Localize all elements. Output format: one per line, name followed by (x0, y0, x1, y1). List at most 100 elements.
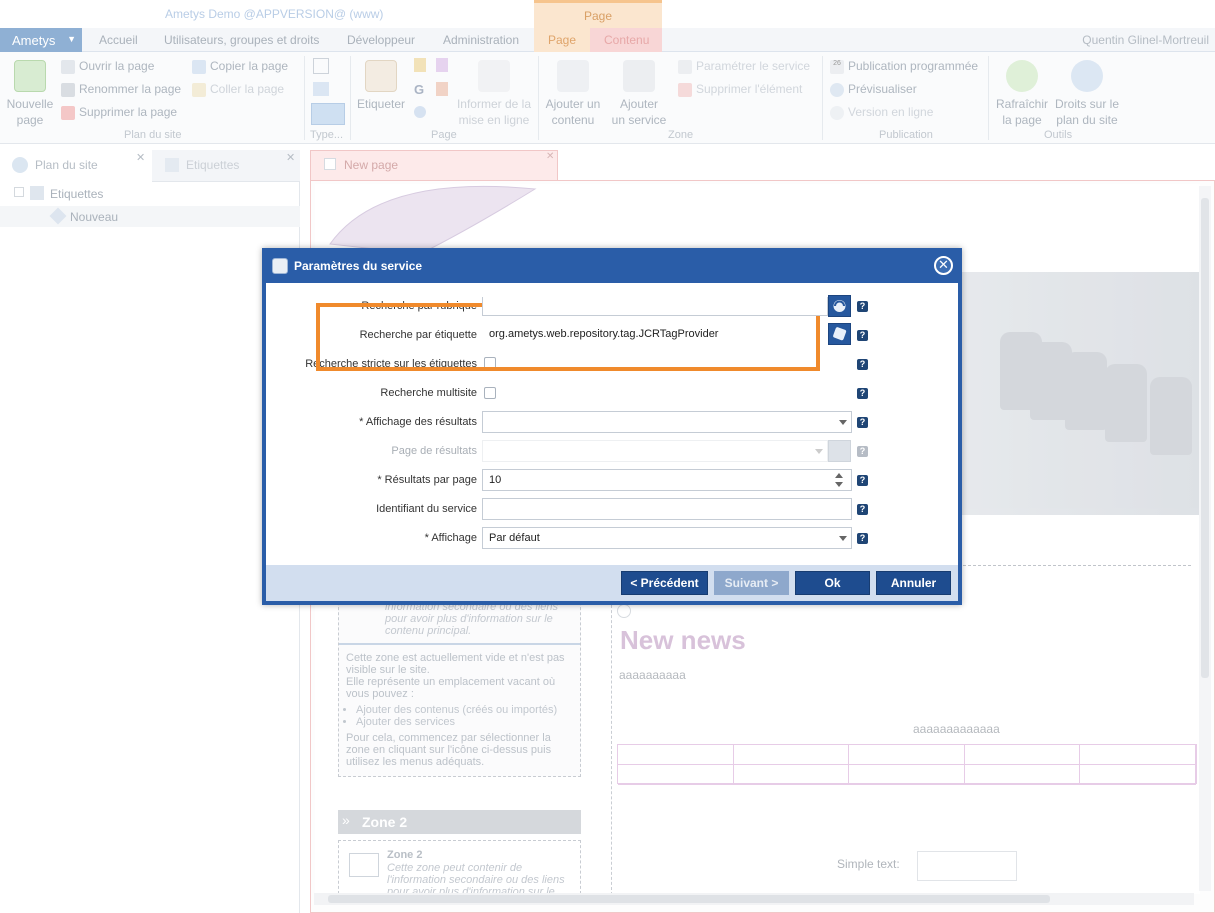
info-icon[interactable] (414, 106, 426, 118)
close-icon[interactable]: ✕ (934, 256, 953, 275)
rubrique-field[interactable] (482, 295, 828, 316)
lightbulb-icon[interactable] (414, 58, 426, 72)
select-rubrique-button[interactable] (828, 295, 851, 317)
ametys-label: Ametys (12, 33, 56, 48)
add-content-button[interactable]: Ajouter un contenu (542, 60, 604, 128)
group-zone: Zone (668, 129, 694, 141)
scheduled-publish-button[interactable]: 26 Publication programmée (830, 59, 978, 74)
spinner-down-icon[interactable] (835, 482, 843, 487)
open-page-button[interactable]: Ouvrir la page (61, 59, 154, 74)
help-icon[interactable]: ? (857, 417, 868, 428)
ok-button[interactable]: Ok (795, 571, 870, 595)
horizontal-scroll-thumb[interactable] (328, 895, 1050, 903)
page-type-icon[interactable] (313, 58, 329, 74)
refresh-page-button[interactable]: Rafraîchir la page (994, 60, 1050, 128)
rights-icon[interactable] (436, 58, 448, 72)
edit-icon[interactable] (617, 604, 631, 618)
affichage-select[interactable]: Par défaut (482, 527, 852, 549)
page-layout-icon[interactable] (313, 82, 329, 96)
delete-icon (678, 82, 692, 97)
copy-page-button[interactable]: Copier la page (192, 59, 288, 74)
affichage-value: Par défaut (489, 532, 540, 544)
help-icon[interactable]: ? (857, 475, 868, 486)
page-icon (324, 158, 336, 170)
previous-button[interactable]: < Précédent (621, 571, 708, 595)
tags-folder-icon (30, 186, 44, 200)
chevron-down-icon (839, 536, 847, 541)
zone-1-placeholder: information secondaire ou des liens pour… (338, 592, 581, 777)
news-text-2: aaaaaaaaaaaaa (913, 722, 1000, 736)
properties-icon[interactable] (436, 82, 448, 96)
new-page-button[interactable]: Nouvelle page (4, 60, 56, 128)
help-icon[interactable]: ? (857, 330, 868, 341)
select-page-button (828, 440, 851, 462)
resultats-par-page-label: * Résultats par page (377, 474, 477, 486)
online-version-button[interactable]: Version en ligne (830, 105, 933, 120)
help-icon[interactable]: ? (857, 301, 868, 312)
affichage-resultats-select[interactable] (482, 411, 852, 433)
delete-page-button[interactable]: Supprimer la page (61, 105, 177, 120)
paste-icon (192, 82, 206, 97)
service-settings-button[interactable]: Paramétrer le service (678, 59, 810, 74)
scheduled-publish-label: Publication programmée (848, 59, 979, 73)
zone-empty-text-1: Cette zone est actuellement vide et n'es… (346, 652, 565, 676)
editor-tab-label: New page (344, 158, 399, 172)
delete-element-button[interactable]: Supprimer l'élément (678, 82, 802, 97)
preview-button[interactable]: Prévisualiser (830, 82, 917, 97)
chevron-down-icon (815, 449, 823, 454)
tab-administration[interactable]: Administration (443, 33, 519, 47)
tag-page-button[interactable]: Etiqueter (356, 60, 406, 112)
paste-page-button[interactable]: Coller la page (192, 82, 284, 97)
tab-utilisateurs[interactable]: Utilisateurs, groupes et droits (164, 33, 319, 47)
mail-icon (478, 60, 510, 92)
help-icon[interactable]: ? (857, 533, 868, 544)
close-icon[interactable]: ✕ (136, 151, 145, 164)
resultats-par-page-value: 10 (489, 474, 502, 486)
multisite-checkbox[interactable] (484, 387, 496, 399)
tab-accueil[interactable]: Accueil (99, 33, 138, 47)
tree-item-etiquettes[interactable]: Etiquettes (50, 187, 103, 201)
preview-icon (830, 82, 844, 97)
spinner-up-icon[interactable] (835, 473, 843, 478)
select-tags-button[interactable] (828, 323, 851, 345)
google-icon[interactable]: G (414, 82, 426, 97)
ametys-menu-button[interactable]: Ametys ▼ (0, 28, 82, 52)
zone-icon (349, 853, 379, 877)
refresh-icon (1006, 60, 1038, 92)
tab-developpeur[interactable]: Développeur (347, 33, 415, 47)
rename-icon (61, 82, 75, 97)
news-text-1: aaaaaaaaaa (619, 668, 686, 682)
divider (611, 600, 612, 895)
resultats-par-page-field[interactable]: 10 (482, 469, 852, 491)
add-page-icon (14, 60, 46, 92)
site-rights-button[interactable]: Droits sur le plan du site (1052, 60, 1122, 128)
next-button[interactable]: Suivant > (714, 571, 789, 595)
add-service-button[interactable]: Ajouter un service (606, 60, 672, 128)
template-icon[interactable] (311, 103, 345, 125)
tab-etiquettes-label[interactable]: Etiquettes (186, 158, 239, 172)
cancel-button[interactable]: Annuler (876, 571, 951, 595)
open-page-icon (61, 59, 75, 74)
collapse-icon[interactable] (14, 187, 24, 197)
copy-icon (192, 59, 206, 74)
help-icon[interactable]: ? (857, 504, 868, 515)
news-table (617, 744, 1197, 785)
help-icon[interactable]: ? (857, 359, 868, 370)
close-icon[interactable]: ✕ (286, 151, 295, 164)
identifiant-field[interactable] (482, 498, 852, 520)
tree-row-selected (0, 206, 300, 227)
help-icon: ? (857, 446, 868, 457)
help-icon[interactable]: ? (857, 388, 868, 399)
simple-text-field[interactable] (917, 851, 1017, 881)
vertical-scroll-thumb[interactable] (1201, 198, 1209, 678)
left-panel (0, 150, 300, 913)
close-icon[interactable]: ✕ (546, 151, 554, 162)
rename-page-button[interactable]: Renommer la page (61, 82, 181, 97)
notify-online-button[interactable]: Informer de la mise en ligne (454, 60, 534, 128)
user-name[interactable]: Quentin Glinel-Mortreuil (1082, 33, 1209, 47)
tab-page[interactable]: Page (534, 28, 590, 52)
zone-2-header[interactable]: Zone 2 (338, 810, 581, 834)
tree-item-nouveau[interactable]: Nouveau (70, 210, 118, 224)
divider (988, 56, 989, 140)
tab-contenu[interactable]: Contenu (590, 28, 662, 52)
